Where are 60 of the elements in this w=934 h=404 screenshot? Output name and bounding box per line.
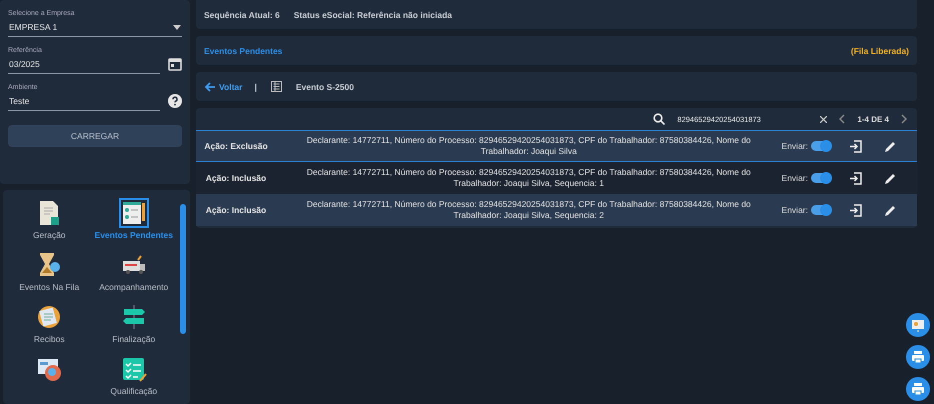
table-row[interactable]: Ação: Inclusão Declarante: 14772711, Número do Processo: 82946529420254031873, CPF do Trabalhador: 87580384426, Nome do Trabalhador: Joaqui Silva, Sequencia: 2 Enviar: [196,194,917,226]
environment-field[interactable]: Teste [8,94,160,111]
description-cell-text: Declarante: 14772711, Número do Processo: 82946529420254031873, CPF do Trabalhador: 87580384426, Nome do Trabalhador: Joaqui Silva, Sequencia: 1 [306,166,752,190]
help-icon[interactable] [168,94,182,108]
edit-icon[interactable] [884,204,897,216]
queue-status: (Fila Liberada) [850,46,909,56]
menu-item[interactable]: Acompanhamento [99,282,168,292]
send-toggle[interactable] [811,141,831,151]
magnifier-card-icon[interactable] [36,356,62,382]
receipt-icon[interactable] [36,304,62,330]
printer-icon [911,350,925,364]
dropdown-icon [173,24,181,30]
action-cell-text: Ação: Exclusão [203,141,269,151]
login-icon[interactable] [849,172,862,184]
menu-item[interactable]: Qualificação [110,386,158,396]
arrow-left-icon [204,80,216,92]
description-cell-text: Declarante: 14772711, Número do Processo: 82946529420254031873, CPF do Trabalhador: 87580384426, Nome do Trabalhador: Joaqui Silva [306,134,752,158]
send-toggle[interactable] [811,205,831,215]
company-select[interactable]: EMPRESA 1 [8,20,182,37]
send-label: Enviar: [782,173,808,183]
list-icon [270,81,282,92]
tasks-icon[interactable] [120,356,147,382]
print-button[interactable] [906,345,930,369]
event-title: Evento S-2500 [296,82,354,92]
send-label: Enviar: [782,141,808,151]
printer-icon [911,382,925,396]
description-cell-text: Declarante: 14772711, Número do Processo: 82946529420254031873, CPF do Trabalhador: 87580384426, Nome do Trabalhador: Joaqui Silva, Sequencia: 2 [306,198,752,222]
action-cell-text: Ação: Inclusão [204,173,268,183]
sequence-text: Sequência Atual: 6 [204,10,280,20]
menu-item[interactable]: Recibos [34,334,65,344]
send-label: Enviar: [782,205,808,215]
checklist-icon[interactable] [120,200,147,226]
signpost-icon[interactable] [120,304,147,330]
back-button[interactable]: Voltar [204,80,242,92]
chevron-left-icon[interactable] [839,114,846,124]
send-toggle[interactable] [811,173,831,183]
table-row[interactable]: Ação: Inclusão Declarante: 14772711, Número do Processo: 82946529420254031873, CPF do Trabalhador: 87580384426, Nome do Trabalhador: Joaqui Silva, Sequencia: 1 Enviar: [196,162,917,194]
chevron-right-icon[interactable] [901,114,907,124]
table-row[interactable]: Ação: Exclusão Declarante: 14772711, Número do Processo: 82946529420254031873, CPF do Trabalhador: 87580384426, Nome do Trabalhador: Joaqui Silva Enviar: [196,130,917,162]
presentation-button[interactable] [906,313,930,337]
section-title: Eventos Pendentes [204,46,282,56]
edit-icon[interactable] [884,140,897,152]
clear-icon[interactable] [820,116,828,122]
reference-field[interactable]: 03/2025 [8,57,160,74]
menu-item[interactable]: Finalização [112,334,156,344]
login-icon[interactable] [849,140,862,152]
action-cell-text: Ação: Inclusão [204,205,268,215]
login-icon[interactable] [849,204,862,216]
edit-icon[interactable] [884,172,897,184]
presentation-icon [911,318,925,332]
search-icon [653,113,666,125]
load-button[interactable]: CARREGAR [8,125,182,147]
print-button[interactable] [906,377,930,401]
pagination-text: 1-4 DE 4 [857,114,889,124]
menu-item[interactable]: Eventos Pendentes [94,230,173,240]
menu-item[interactable]: Geração [32,230,66,240]
separator: | [254,82,257,92]
calendar-icon[interactable] [168,57,182,71]
esocial-status-text: Status eSocial: Referência não iniciada [294,10,452,20]
menu-item[interactable]: Eventos Na Fila [19,282,80,292]
